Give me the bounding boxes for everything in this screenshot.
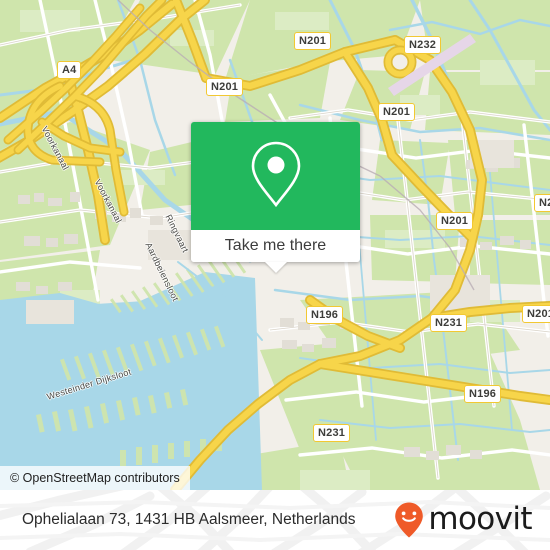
footer-bar: Ophelialaan 73, 1431 HB Aalsmeer, Nether… [0, 490, 550, 550]
address-text: Ophelialaan 73, 1431 HB Aalsmeer, Nether… [22, 511, 356, 528]
road-shield-a4[interactable]: A4 [57, 61, 82, 79]
road-shield-n201[interactable]: N201 [436, 212, 474, 230]
road-shield-n196[interactable]: N196 [306, 306, 344, 324]
road-shield-n201[interactable]: N201 [294, 32, 332, 50]
popup-marker-area [191, 122, 360, 230]
moovit-pin-smiley-icon [394, 501, 424, 539]
road-shield-n201[interactable]: N201 [378, 103, 416, 121]
popup-cta-area[interactable]: Take me there [191, 230, 360, 273]
road-shield-n196[interactable]: N196 [464, 385, 502, 403]
road-shield-n232[interactable]: N232 [404, 36, 442, 54]
location-pin-icon [248, 139, 304, 214]
map-location-popup[interactable]: Take me there [191, 122, 360, 273]
map-canvas[interactable]: Voorkanaal Voorkanaal Ringvaart Aardbeie… [0, 0, 550, 490]
road-shield-n201[interactable]: N201 [206, 78, 244, 96]
map-screenshot: Voorkanaal Voorkanaal Ringvaart Aardbeie… [0, 0, 550, 550]
attribution-text: © OpenStreetMap contributors [10, 471, 180, 485]
address-label: Ophelialaan 73, 1431 HB Aalsmeer, Nether… [22, 490, 355, 550]
road-shield-n2-clipped[interactable]: N2 [534, 194, 550, 212]
popup-pointer-tail [264, 262, 287, 273]
take-me-there-label: Take me there [224, 237, 327, 254]
road-shield-n231[interactable]: N231 [430, 314, 468, 332]
moovit-wordmark: moovit [428, 500, 532, 537]
map-attribution[interactable]: © OpenStreetMap contributors [0, 466, 190, 490]
moovit-logo[interactable]: moovit [394, 490, 533, 550]
road-shield-n201-clipped[interactable]: N201 [522, 305, 550, 323]
road-shield-n231[interactable]: N231 [313, 424, 351, 442]
